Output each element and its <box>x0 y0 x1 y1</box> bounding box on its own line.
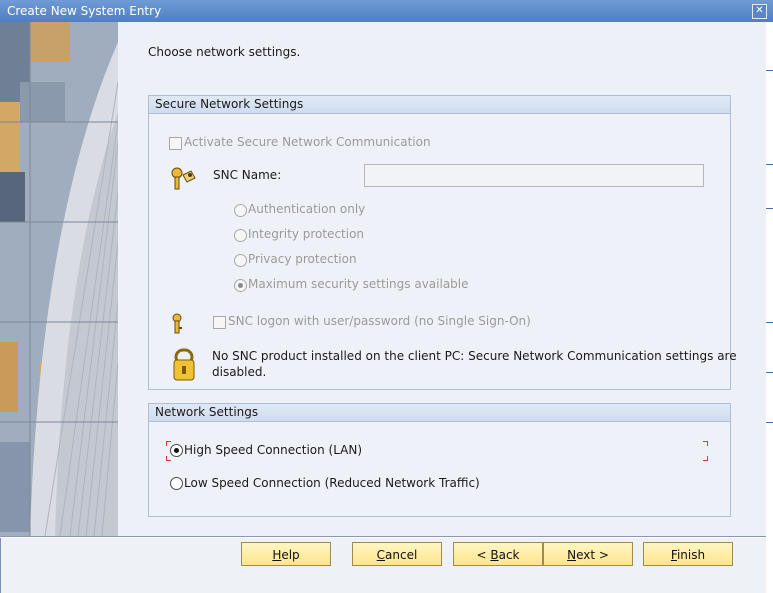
close-button[interactable]: ✕ <box>752 4 767 19</box>
next-rest: ext > <box>576 548 609 562</box>
snc-info-line2: disabled. <box>212 365 267 379</box>
cancel-accel: C <box>376 548 386 562</box>
radio-integrity-protection-label: Integrity protection <box>248 227 365 241</box>
radio-high-speed-lan-label: High Speed Connection (LAN) <box>184 443 363 457</box>
close-icon: ✕ <box>755 5 764 16</box>
help-button[interactable]: Help <box>241 542 331 566</box>
help-rest: elp <box>281 548 300 562</box>
radio-authentication-only[interactable] <box>234 204 247 217</box>
radio-low-speed-label: Low Speed Connection (Reduced Network Tr… <box>184 476 480 490</box>
radio-authentication-only-label: Authentication only <box>248 202 366 216</box>
snc-name-input[interactable] <box>364 164 704 187</box>
radio-privacy-protection-label: Privacy protection <box>248 252 357 266</box>
network-settings-group: Network Settings <box>148 403 731 517</box>
finish-button[interactable]: Finish <box>643 542 733 566</box>
radio-maximum-security-label: Maximum security settings available <box>248 277 469 291</box>
radio-maximum-security[interactable] <box>234 279 247 292</box>
snc-name-label: SNC Name: <box>213 168 282 182</box>
back-pre: < <box>476 548 491 562</box>
snc-logon-checkbox[interactable] <box>213 316 226 329</box>
wizard-side-image <box>0 22 118 536</box>
button-divider-highlight <box>0 537 766 538</box>
secure-network-header: Secure Network Settings <box>149 96 730 114</box>
radio-privacy-protection[interactable] <box>234 254 247 267</box>
cancel-button[interactable]: Cancel <box>352 542 442 566</box>
next-accel: N <box>567 548 577 562</box>
title-bar: Create New System Entry ✕ <box>0 0 773 22</box>
focus-marker <box>703 456 708 461</box>
help-accel: H <box>272 548 282 562</box>
key-icon <box>171 313 183 338</box>
building-facade-image <box>0 22 118 536</box>
back-button[interactable]: < Back <box>453 542 543 566</box>
activate-snc-label: Activate Secure Network Communication <box>184 135 431 149</box>
radio-integrity-protection[interactable] <box>234 229 247 242</box>
finish-rest: inish <box>676 548 706 562</box>
lock-icon <box>173 348 195 385</box>
snc-logon-label: SNC logon with user/password (no Single … <box>228 314 531 328</box>
radio-high-speed-lan[interactable] <box>170 444 183 457</box>
next-button[interactable]: Next > <box>543 542 633 566</box>
back-accel: B <box>490 548 499 562</box>
focus-marker <box>703 441 708 446</box>
radio-low-speed[interactable] <box>170 477 183 490</box>
cancel-rest: ancel <box>385 548 418 562</box>
key-person-icon <box>171 166 197 195</box>
snc-info-line1: No SNC product installed on the client P… <box>212 349 737 363</box>
page-instruction: Choose network settings. <box>148 45 301 59</box>
back-rest: ack <box>498 548 520 562</box>
network-settings-header: Network Settings <box>149 404 730 422</box>
window-title: Create New System Entry <box>7 4 162 18</box>
focus-marker <box>166 441 171 446</box>
background-window-edge <box>766 22 773 593</box>
focus-marker <box>166 456 171 461</box>
activate-snc-checkbox[interactable] <box>169 137 182 150</box>
